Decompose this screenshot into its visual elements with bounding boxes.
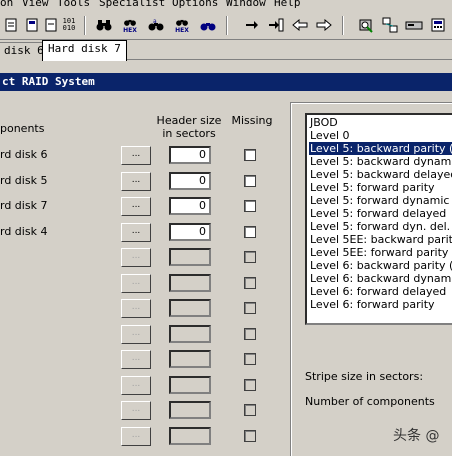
missing-checkbox[interactable] (244, 149, 256, 161)
toolbar: 101 010 HEX a HEX (0, 10, 452, 40)
header-size-header: Header size in sectors (156, 114, 222, 140)
stripe-size-label: Stripe size in sectors: (305, 370, 424, 383)
number-of-components-label: Number of components (305, 395, 435, 408)
watermark-text: 头条 @ (393, 428, 440, 444)
component-label: rd disk 5 (0, 174, 48, 187)
header-size-input[interactable] (169, 274, 211, 292)
menu-item-tools[interactable]: Tools (57, 0, 90, 9)
missing-checkbox[interactable] (244, 302, 256, 314)
binoculars-text-icon[interactable]: a (146, 15, 166, 35)
header-size-input[interactable] (169, 248, 211, 266)
toolbar-separator-3 (342, 16, 344, 35)
header-size-input[interactable] (169, 325, 211, 343)
missing-checkbox[interactable] (244, 175, 256, 187)
goto-offset-icon[interactable] (242, 15, 262, 35)
hex-label-2: HEX (175, 27, 189, 34)
browse-button[interactable]: ... (121, 350, 151, 369)
disk-drive-icon[interactable] (404, 15, 424, 35)
binoculars-hex-icon[interactable]: HEX (118, 15, 142, 35)
page-icon[interactable] (24, 15, 40, 35)
binary-101-010-icon[interactable]: 101 010 (60, 15, 78, 35)
menu-item-view[interactable]: View (22, 0, 49, 9)
binoculars-find-icon[interactable] (198, 15, 218, 35)
menu-bar: on View Tools Specialist Options Window … (0, 0, 452, 10)
missing-header: Missing (231, 114, 273, 127)
header-size-input[interactable] (169, 299, 211, 317)
menu-item-help[interactable]: Help (274, 0, 301, 9)
browse-button[interactable]: ... (121, 274, 151, 293)
header-size-input[interactable]: 0 (169, 172, 211, 190)
missing-checkbox[interactable] (244, 430, 256, 442)
network-icon[interactable] (380, 15, 400, 35)
doc-icon[interactable] (44, 15, 58, 35)
browse-button[interactable]: ... (121, 299, 151, 318)
missing-checkbox[interactable] (244, 328, 256, 340)
raid-level-item[interactable]: Level 5EE: backward parity (Adaptec) (310, 233, 452, 246)
menu-item-window[interactable]: Window (226, 0, 266, 9)
component-label: rd disk 6 (0, 148, 48, 161)
raid-level-item[interactable]: Level 5: forward dyn. del. (CRU) (310, 220, 452, 233)
header-size-input[interactable] (169, 350, 211, 368)
svg-text:a: a (153, 18, 157, 25)
missing-checkbox[interactable] (244, 353, 256, 365)
browse-button[interactable]: ... (121, 376, 151, 395)
calculator-icon[interactable] (428, 15, 448, 35)
raid-level-item[interactable]: Level 6: backward parity (Adaptec) (310, 259, 452, 272)
document-tabs: disk 6 Hard disk 7 (0, 40, 452, 61)
tab-hard-disk-7[interactable]: Hard disk 7 (42, 40, 127, 61)
binoculars-icon[interactable] (94, 15, 114, 35)
missing-checkbox[interactable] (244, 379, 256, 391)
raid-level-item[interactable]: Level 5EE: forward parity (310, 246, 448, 259)
toolbar-separator-2 (226, 16, 228, 35)
browse-button[interactable]: ... (121, 427, 151, 446)
disk-search-icon[interactable] (356, 15, 376, 35)
missing-checkbox[interactable] (244, 277, 256, 289)
goto-page-icon[interactable] (266, 15, 286, 35)
raid-level-item[interactable]: JBOD (310, 116, 338, 129)
missing-checkbox[interactable] (244, 226, 256, 238)
raid-level-item[interactable]: Level 6: forward parity (310, 298, 435, 311)
browse-button[interactable]: ... (121, 248, 151, 267)
raid-level-item[interactable]: Level 5: backward delayed (HP/Compaq) (310, 168, 452, 181)
toolbar-left-icon[interactable] (4, 15, 18, 35)
header-size-input[interactable] (169, 401, 211, 419)
component-label: rd disk 4 (0, 225, 48, 238)
browse-button[interactable]: ... (121, 172, 151, 191)
missing-checkbox[interactable] (244, 200, 256, 212)
menu-item-file[interactable]: on (0, 0, 13, 9)
browse-button[interactable]: ... (121, 146, 151, 165)
raid-level-item[interactable]: Level 5: forward parity (310, 181, 435, 194)
browse-button[interactable]: ... (121, 401, 151, 420)
browse-button[interactable]: ... (121, 325, 151, 344)
raid-level-item[interactable]: Level 6: backward dynamic (310, 272, 452, 285)
toolbar-separator (84, 16, 86, 35)
binary-bottom-text: 010 (62, 24, 76, 32)
header-size-input[interactable]: 0 (169, 146, 211, 164)
raid-level-list[interactable]: JBODLevel 0Level 5: backward parity (Ada… (305, 113, 452, 325)
raid-level-item[interactable]: Level 5: backward dynamic (AMI) (310, 155, 452, 168)
missing-checkbox[interactable] (244, 251, 256, 263)
missing-checkbox[interactable] (244, 404, 256, 416)
header-size-input[interactable]: 0 (169, 197, 211, 215)
header-size-input[interactable] (169, 376, 211, 394)
menu-item-specialist[interactable]: Specialist (99, 0, 165, 9)
raid-level-item[interactable]: Level 6: forward delayed (310, 285, 446, 298)
raid-level-item[interactable]: Level 5: forward dynamic (310, 194, 449, 207)
dialog-title: ct RAID System (0, 73, 452, 91)
back-icon[interactable] (290, 15, 310, 35)
browse-button[interactable]: ... (121, 223, 151, 242)
component-label: rd disk 7 (0, 199, 48, 212)
raid-level-item[interactable]: Level 5: forward delayed (310, 207, 446, 220)
binoculars-hex-2-icon[interactable]: HEX (170, 15, 194, 35)
menu-item-options[interactable]: Options (172, 0, 218, 9)
hex-label: HEX (123, 27, 137, 34)
raid-level-item[interactable]: Level 0 (310, 129, 350, 142)
browse-button[interactable]: ... (121, 197, 151, 216)
forward-icon[interactable] (314, 15, 334, 35)
header-size-input[interactable]: 0 (169, 223, 211, 241)
header-size-input[interactable] (169, 427, 211, 445)
raid-level-item[interactable]: Level 5: backward parity (Adaptec) (309, 142, 452, 155)
components-header: ponents (0, 122, 45, 135)
